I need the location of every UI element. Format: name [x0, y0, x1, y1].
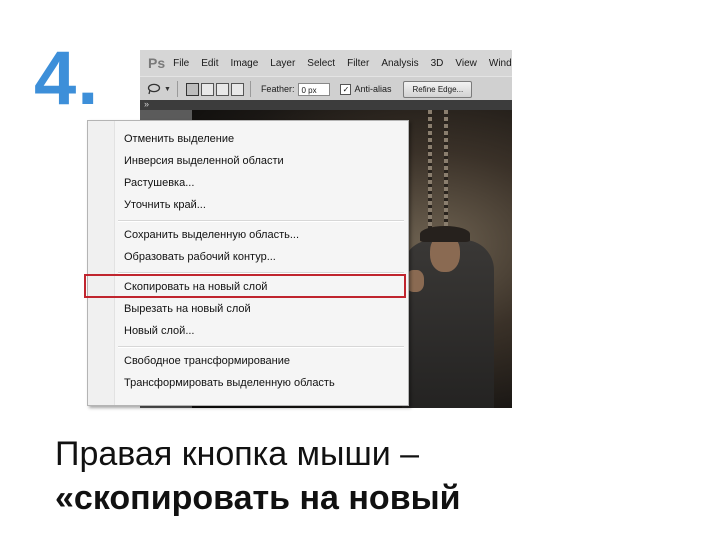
tool-preset-caret-icon[interactable]: ▼	[164, 86, 171, 93]
menu-3d[interactable]: 3D	[431, 58, 444, 69]
menu-bar: Ps File Edit Image Layer Select Filter A…	[140, 50, 512, 76]
lasso-icon[interactable]	[146, 82, 162, 96]
collapse-panels-icon[interactable]: »	[144, 99, 149, 109]
menu-gutter	[88, 121, 115, 405]
menu-view[interactable]: View	[455, 58, 477, 69]
menu-divider	[118, 346, 404, 348]
menu-select[interactable]: Select	[307, 58, 335, 69]
highlight-frame	[84, 274, 406, 298]
menu-item-transform-selection[interactable]: Трансформировать выделенную область	[124, 373, 335, 393]
menu-item-layer-via-cut[interactable]: Вырезать на новый слой	[124, 299, 251, 319]
menu-item-feather[interactable]: Растушевка...	[124, 173, 194, 193]
caption: Правая кнопка мыши – «скопировать на нов…	[55, 432, 675, 520]
context-menu: Отменить выделение Инверсия выделенной о…	[87, 120, 409, 406]
menu-item-make-work-path[interactable]: Образовать рабочий контур...	[124, 247, 276, 267]
intersect-selection-mode-icon[interactable]	[230, 82, 244, 96]
menu-window[interactable]: Window	[489, 58, 512, 69]
menu-file[interactable]: File	[173, 58, 189, 69]
subtract-selection-mode-icon[interactable]	[215, 82, 229, 96]
menu-item-refine-edge[interactable]: Уточнить край...	[124, 195, 206, 215]
person-hat	[420, 226, 470, 242]
anti-alias-label: Anti-alias	[354, 84, 392, 94]
menu-filter[interactable]: Filter	[347, 58, 369, 69]
anti-alias-checkbox[interactable]: ✓	[340, 83, 352, 95]
menu-item-deselect[interactable]: Отменить выделение	[124, 129, 234, 149]
menu-item-new-layer[interactable]: Новый слой...	[124, 321, 195, 341]
options-separator	[249, 81, 251, 97]
refine-edge-button[interactable]: Refine Edge...	[403, 80, 473, 98]
feather-label: Feather:	[260, 84, 295, 94]
document-tab-strip: »	[140, 99, 512, 110]
menu-edit[interactable]: Edit	[201, 58, 218, 69]
options-bar: ▼ Feather: 0 px ✓ Anti-alias Refine Edge…	[140, 76, 512, 102]
caption-line-1: Правая кнопка мыши –	[55, 435, 420, 473]
menu-image[interactable]: Image	[230, 58, 258, 69]
menu-divider	[118, 220, 404, 222]
feather-input[interactable]: 0 px	[298, 82, 331, 96]
new-selection-mode-icon[interactable]	[185, 82, 199, 96]
photoshop-logo: Ps	[148, 55, 166, 71]
menu-item-save-selection[interactable]: Сохранить выделенную область...	[124, 225, 299, 245]
step-number: 4.	[34, 36, 100, 121]
menu-analysis[interactable]: Analysis	[381, 58, 418, 69]
add-selection-mode-icon[interactable]	[200, 82, 214, 96]
options-separator	[176, 81, 178, 97]
menu-layer[interactable]: Layer	[270, 58, 295, 69]
menu-item-free-transform[interactable]: Свободное трансформирование	[124, 351, 290, 371]
menu-item-inverse[interactable]: Инверсия выделенной области	[124, 151, 284, 171]
caption-line-2: «скопировать на новый	[55, 479, 461, 517]
